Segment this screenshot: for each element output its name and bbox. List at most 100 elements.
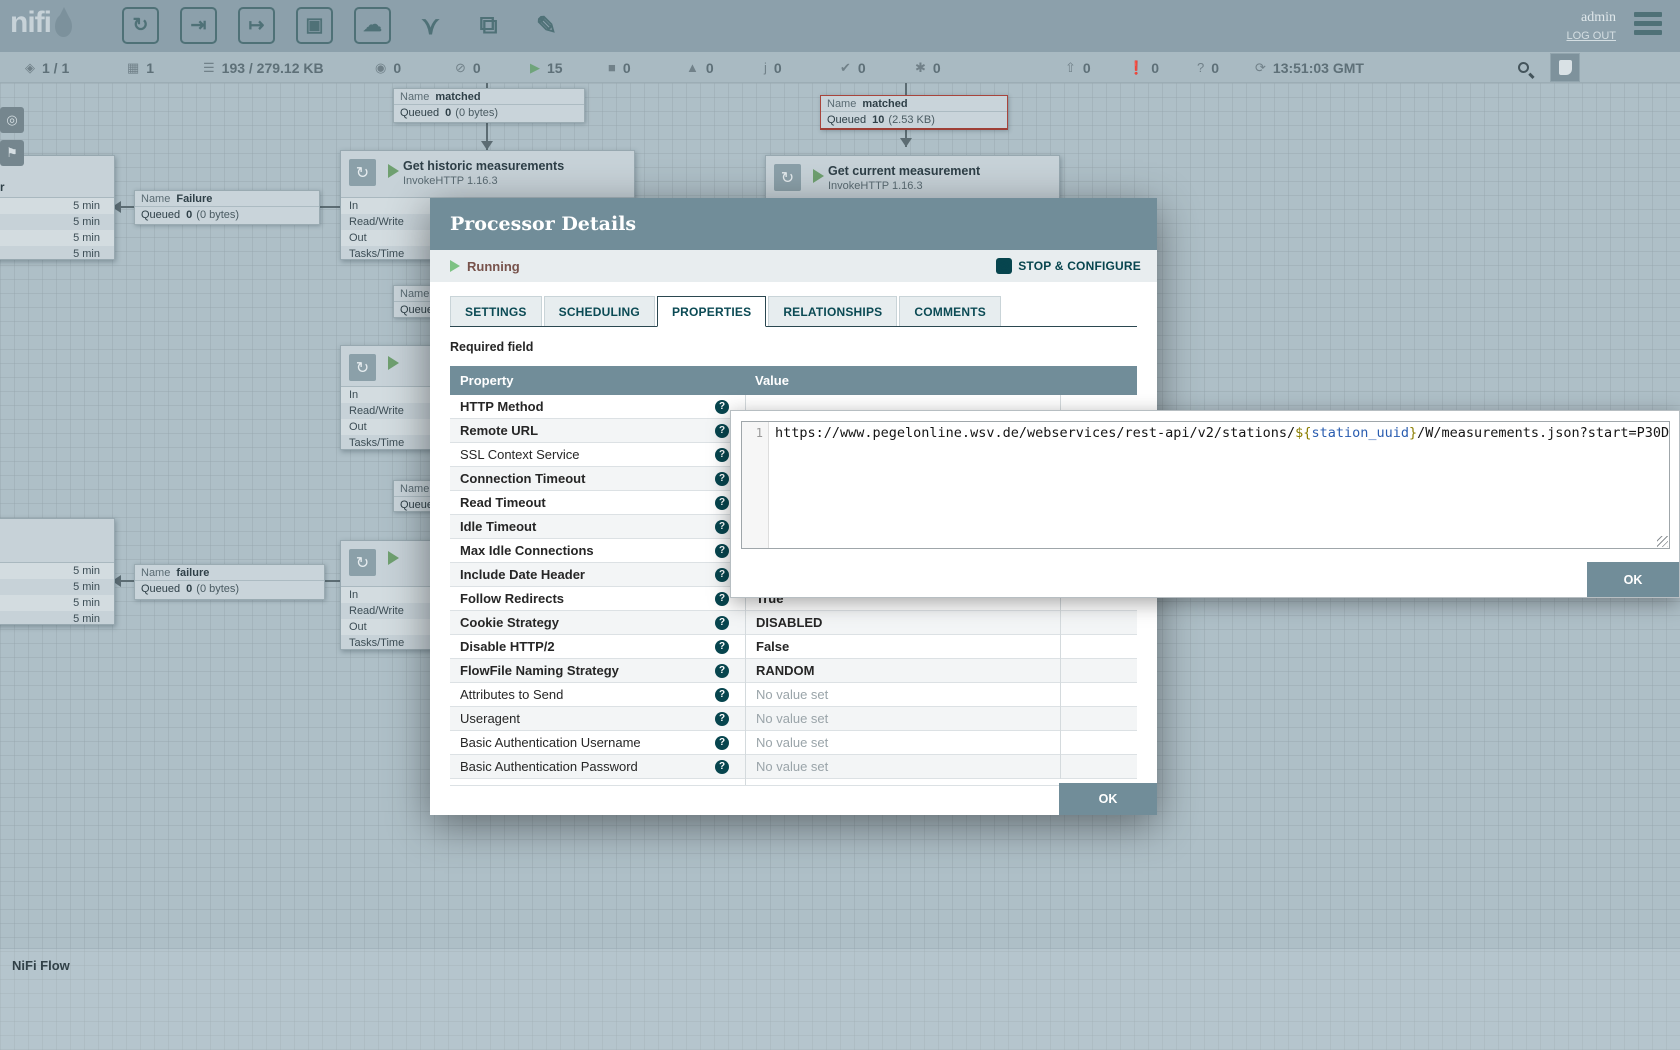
help-icon[interactable]: ? — [715, 400, 729, 414]
component-chip-icon[interactable]: ◎ — [0, 107, 24, 133]
nifi-logo-text: nifi — [10, 6, 51, 40]
nifi-logo: nifi — [10, 6, 72, 40]
remote-process-group-icon[interactable]: ☁ — [354, 7, 391, 44]
el-variable: station_uuid — [1311, 425, 1409, 441]
refresh-icon[interactable]: ⟳ — [1255, 60, 1266, 76]
connection-queued-size: (0 bytes) — [196, 583, 239, 595]
connection-name-label: Name — [141, 567, 170, 579]
not-transmitting-icon: ⊘ — [455, 60, 466, 76]
stale-count: 0 — [1083, 60, 1091, 76]
input-port-icon[interactable]: ⇥ — [180, 7, 217, 44]
running-icon: ▶ — [530, 60, 540, 76]
queued-count: 193 / 279.12 KB — [222, 60, 324, 76]
help-icon[interactable]: ? — [715, 424, 729, 438]
connection-name: matched — [435, 91, 480, 103]
stale-icon: ⇧ — [1065, 60, 1076, 76]
tab-comments[interactable]: COMMENTS — [899, 296, 1001, 326]
dialog-ok-button[interactable]: OK — [1059, 783, 1157, 815]
help-icon[interactable]: ? — [715, 616, 729, 630]
connection-name-label: Name — [400, 91, 429, 103]
tab-relationships[interactable]: RELATIONSHIPS — [768, 296, 897, 326]
output-port-icon[interactable]: ↦ — [238, 7, 275, 44]
table-row: Cookie Strategy?DISABLED — [450, 611, 1137, 635]
value-editor-text[interactable]: https://www.pegelonline.wsv.de/webservic… — [769, 422, 1669, 548]
help-icon[interactable]: ? — [715, 640, 729, 654]
funnel-icon[interactable]: ⋎ — [412, 7, 449, 44]
sync-failure-icon: ? — [1197, 60, 1204, 75]
connection-label-failure[interactable]: NameFailure Queued0(0 bytes) — [134, 190, 320, 225]
tab-settings[interactable]: SETTINGS — [450, 296, 542, 326]
connection-queued-label: Queued — [141, 209, 180, 221]
help-icon[interactable]: ? — [715, 496, 729, 510]
connection-queued-label: Queued — [141, 583, 180, 595]
processor-type-icon: ↻ — [349, 159, 376, 186]
processor-partial[interactable]: 5 min 5 min 5 min 5 min — [0, 518, 115, 625]
running-indicator-icon — [813, 169, 824, 183]
clustered-nodes-count: 1 / 1 — [42, 60, 69, 76]
processor-type-icon: ↻ — [349, 549, 376, 576]
table-row: Useragent?No value set — [450, 707, 1137, 731]
properties-table-header: Property Value — [450, 366, 1137, 395]
global-menu-icon[interactable] — [1634, 12, 1662, 39]
disabled-icon: ϳ — [764, 60, 767, 75]
help-icon[interactable]: ? — [715, 472, 729, 486]
label-icon[interactable]: ✎ — [528, 7, 565, 44]
resize-handle-icon[interactable] — [1657, 536, 1668, 547]
connection-name: matched — [862, 98, 907, 110]
property-column-header: Property — [450, 373, 745, 388]
locally-modified-icon: ✱ — [915, 60, 926, 76]
help-icon[interactable]: ? — [715, 760, 729, 774]
up-to-date-count: 0 — [858, 60, 866, 76]
component-chip-icon[interactable]: ⚑ — [0, 140, 24, 166]
connection-name-label: Name — [400, 483, 429, 495]
line-number-gutter: 1 — [742, 422, 769, 548]
url-text: /W/measurements.json?start=P30D — [1417, 425, 1669, 441]
connection-queued-size: (0 bytes) — [196, 209, 239, 221]
search-icon[interactable] — [1518, 62, 1529, 73]
template-icon[interactable]: ⧉ — [470, 7, 507, 44]
processor-icon[interactable]: ↻ — [122, 7, 159, 44]
breadcrumb[interactable]: NiFi Flow — [12, 958, 70, 973]
help-icon[interactable]: ? — [715, 664, 729, 678]
tab-properties[interactable]: PROPERTIES — [657, 296, 766, 327]
logout-link[interactable]: LOG OUT — [1566, 30, 1616, 42]
stop-configure-label: STOP & CONFIGURE — [1018, 259, 1141, 273]
component-toolbar: ↻ ⇥ ↦ ▣ ☁ ⋎ ⧉ ✎ — [122, 7, 565, 44]
editor-ok-button[interactable]: OK — [1587, 562, 1679, 597]
connection-queued-count: 10 — [872, 114, 884, 126]
stat-timing: 5 min — [73, 246, 100, 262]
help-icon[interactable]: ? — [715, 592, 729, 606]
running-indicator-icon — [388, 356, 399, 370]
stopped-icon: ■ — [608, 60, 616, 75]
processor-partial[interactable]: r 5 min 5 min 5 min 5 min — [0, 155, 115, 260]
help-icon[interactable]: ? — [715, 544, 729, 558]
connection-queued-count: 0 — [445, 107, 451, 119]
stop-and-configure-button[interactable]: ⚙ STOP & CONFIGURE — [996, 258, 1141, 274]
processor-title: Get current measurement — [828, 164, 980, 178]
stat-timing: 5 min — [73, 230, 100, 246]
help-icon[interactable]: ? — [715, 448, 729, 462]
active-threads-count: 1 — [146, 60, 154, 76]
operate-panel-icon[interactable] — [1550, 53, 1580, 82]
invalid-count: 0 — [706, 60, 714, 76]
connection-queued-label: Queued — [827, 114, 866, 126]
running-status-icon — [450, 260, 460, 272]
connection-label-matched[interactable]: Namematched Queued0(0 bytes) — [393, 88, 585, 123]
breadcrumb-bar — [0, 948, 1680, 1050]
not-transmitting-count: 0 — [473, 60, 481, 76]
help-icon[interactable]: ? — [715, 520, 729, 534]
processor-type: InvokeHTTP 1.16.3 — [828, 180, 923, 192]
tab-scheduling[interactable]: SCHEDULING — [544, 296, 655, 326]
connection-arrow-icon — [481, 141, 493, 150]
connection-queued-label: Queued — [400, 107, 439, 119]
help-icon[interactable]: ? — [715, 688, 729, 702]
connection-label-matched-selected[interactable]: Namematched Queued10(2.53 KB) — [820, 95, 1008, 130]
value-editor[interactable]: 1 https://www.pegelonline.wsv.de/webserv… — [741, 421, 1670, 549]
help-icon[interactable]: ? — [715, 736, 729, 750]
dialog-tabs: SETTINGS SCHEDULING PROPERTIES RELATIONS… — [450, 296, 1137, 327]
process-group-icon[interactable]: ▣ — [296, 7, 333, 44]
help-icon[interactable]: ? — [715, 712, 729, 726]
connection-label-failure[interactable]: Namefailure Queued0(0 bytes) — [134, 564, 325, 600]
transmitting-count: 0 — [393, 60, 401, 76]
help-icon[interactable]: ? — [715, 568, 729, 582]
